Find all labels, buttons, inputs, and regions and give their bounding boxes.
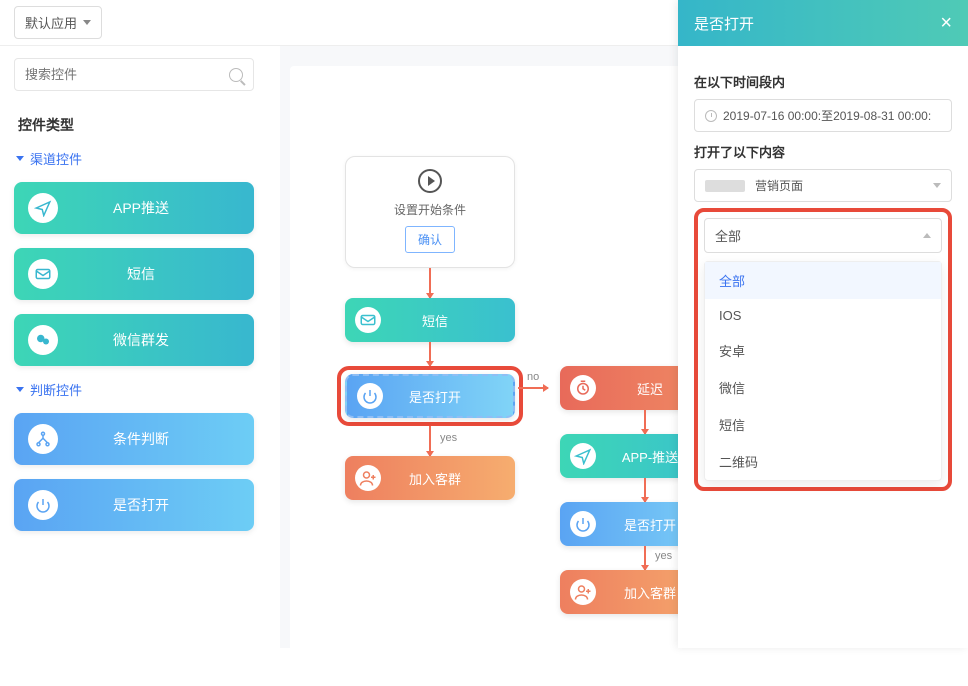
- chevron-down-icon: [16, 156, 24, 161]
- branch-icon: [28, 424, 58, 454]
- node-label: 是否打开: [393, 387, 513, 406]
- time-range-select[interactable]: 2019-07-16 00:00:至2019-08-31 00:00:: [694, 99, 952, 132]
- play-icon: [418, 169, 442, 193]
- widget-label: 条件判断: [72, 429, 254, 449]
- caret-down-icon: [83, 20, 91, 25]
- send-icon: [570, 443, 596, 469]
- close-icon[interactable]: ×: [940, 13, 952, 33]
- dropdown-highlight: 全部 全部 IOS 安卓 微信 短信 二维码: [694, 208, 952, 491]
- start-node[interactable]: 设置开始条件 确认: [345, 156, 515, 268]
- group-channel[interactable]: 渠道控件: [16, 149, 254, 168]
- dropdown-option[interactable]: 安卓: [705, 332, 941, 369]
- node-join-group[interactable]: 加入客群: [345, 456, 515, 500]
- user-add-icon: [570, 579, 596, 605]
- group-condition[interactable]: 判断控件: [16, 380, 254, 399]
- edge-label-yes: yes: [437, 432, 460, 444]
- widget-sms[interactable]: 短信: [14, 248, 254, 300]
- caret-down-icon: [933, 183, 941, 188]
- connector-yes: yes: [429, 426, 431, 456]
- timer-icon: [570, 375, 596, 401]
- sidebar: 控件类型 渠道控件 APP推送 短信 微信群发 判断控件 条件判断: [14, 58, 254, 545]
- widget-wechat-mass[interactable]: 微信群发: [14, 314, 254, 366]
- caret-up-icon: [923, 233, 931, 238]
- detail-panel: 是否打开 × 在以下时间段内 2019-07-16 00:00:至2019-08…: [678, 0, 968, 648]
- content-value: 营销页面: [755, 177, 803, 194]
- dropdown-option[interactable]: 全部: [705, 262, 941, 299]
- channel-select[interactable]: 全部: [704, 218, 942, 253]
- send-icon: [28, 193, 58, 223]
- confirm-button[interactable]: 确认: [405, 226, 455, 253]
- connector-yes: yes: [644, 546, 646, 570]
- node-sms[interactable]: 短信: [345, 298, 515, 342]
- dropdown-option[interactable]: 二维码: [705, 443, 941, 480]
- search-box[interactable]: [14, 58, 254, 91]
- channel-dropdown-menu: 全部 IOS 安卓 微信 短信 二维码: [704, 261, 942, 481]
- connector: [644, 478, 646, 502]
- selected-highlight: 是否打开: [337, 366, 523, 426]
- user-add-icon: [355, 465, 381, 491]
- power-icon: [570, 511, 596, 537]
- time-label: 在以下时间段内: [694, 72, 952, 91]
- edge-label-yes: yes: [652, 550, 675, 562]
- mail-icon: [355, 307, 381, 333]
- clock-icon: [705, 110, 717, 122]
- widget-is-open[interactable]: 是否打开: [14, 479, 254, 531]
- dropdown-option[interactable]: 短信: [705, 406, 941, 443]
- group-label: 渠道控件: [30, 149, 82, 168]
- widget-label: 短信: [72, 264, 254, 284]
- section-title: 控件类型: [18, 115, 254, 135]
- content-select[interactable]: 营销页面: [694, 169, 952, 202]
- content-label: 打开了以下内容: [694, 142, 952, 161]
- group-label: 判断控件: [30, 380, 82, 399]
- search-icon: [229, 68, 243, 82]
- node-is-open[interactable]: 是否打开: [345, 374, 515, 418]
- widget-label: APP推送: [72, 198, 254, 218]
- widget-app-push[interactable]: APP推送: [14, 182, 254, 234]
- connector: [429, 268, 431, 298]
- dropdown-option[interactable]: IOS: [705, 299, 941, 332]
- app-select[interactable]: 默认应用: [14, 6, 102, 39]
- dropdown-option[interactable]: 微信: [705, 369, 941, 406]
- power-icon: [357, 383, 383, 409]
- node-label: 加入客群: [391, 469, 515, 488]
- chevron-down-icon: [16, 387, 24, 392]
- search-input[interactable]: [25, 67, 221, 82]
- channel-selected: 全部: [715, 226, 741, 245]
- power-icon: [28, 490, 58, 520]
- widget-condition[interactable]: 条件判断: [14, 413, 254, 465]
- panel-title: 是否打开: [694, 13, 754, 34]
- time-range-value: 2019-07-16 00:00:至2019-08-31 00:00:: [723, 107, 931, 124]
- edge-label-no: no: [524, 371, 542, 383]
- panel-body: 在以下时间段内 2019-07-16 00:00:至2019-08-31 00:…: [678, 46, 968, 507]
- start-title: 设置开始条件: [346, 201, 514, 218]
- mail-icon: [28, 259, 58, 289]
- wechat-icon: [28, 325, 58, 355]
- connector-no: no: [518, 387, 548, 389]
- widget-label: 是否打开: [72, 495, 254, 515]
- app-select-label: 默认应用: [25, 13, 77, 32]
- panel-header: 是否打开 ×: [678, 0, 968, 46]
- redacted-icon: [705, 180, 745, 192]
- node-label: 短信: [391, 311, 515, 330]
- connector: [644, 410, 646, 434]
- widget-label: 微信群发: [72, 330, 254, 350]
- connector: [429, 342, 431, 366]
